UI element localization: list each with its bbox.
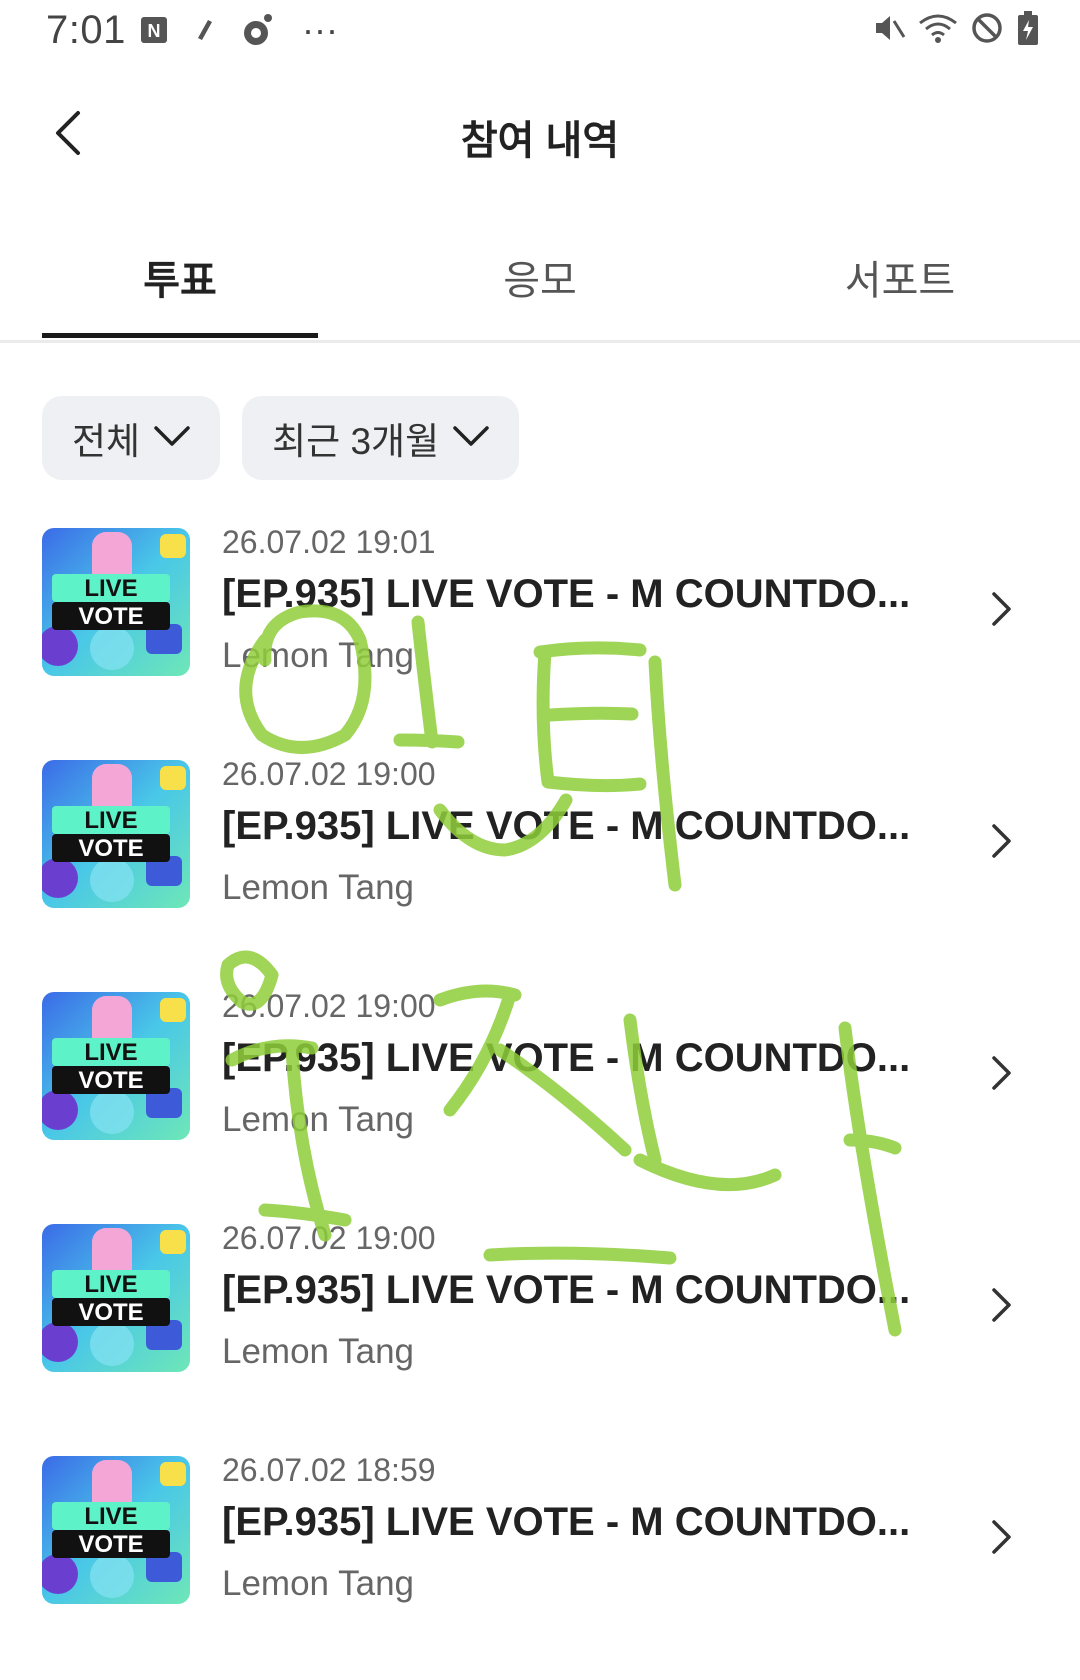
thumbnail-line1: LIVE xyxy=(84,1039,137,1066)
tab-support[interactable]: 서포트 xyxy=(720,248,1080,306)
app-header: 참여 내역 xyxy=(0,80,1080,190)
item-artist: Lemon Tang xyxy=(222,1100,415,1139)
thumbnail-line1: LIVE xyxy=(84,1271,137,1298)
item-title: [EP.935] LIVE VOTE - M COUNTDO... xyxy=(222,804,911,848)
live-vote-thumbnail: LIVE VOTE xyxy=(42,992,190,1140)
chevron-right-icon xyxy=(984,1282,1020,1328)
svg-text:N: N xyxy=(148,21,161,41)
filter-row: 전체 최근 3개월 xyxy=(42,396,520,480)
thumbnail-line2: VOTE xyxy=(78,835,143,862)
live-vote-thumbnail: LIVE VOTE xyxy=(42,760,190,908)
live-vote-thumbnail: LIVE VOTE xyxy=(42,528,190,676)
tab-active-indicator xyxy=(42,333,318,338)
wifi-icon xyxy=(918,11,958,45)
item-title: [EP.935] LIVE VOTE - M COUNTDO... xyxy=(222,572,911,616)
vote-history-list: LIVE VOTE 26.07.02 19:01 [EP.935] LIVE V… xyxy=(0,520,1080,1680)
item-title: [EP.935] LIVE VOTE - M COUNTDO... xyxy=(222,1500,911,1544)
chevron-down-icon xyxy=(154,425,190,452)
item-artist: Lemon Tang xyxy=(222,1564,415,1603)
thumbnail-line2: VOTE xyxy=(78,1531,143,1558)
live-vote-thumbnail: LIVE VOTE xyxy=(42,1224,190,1372)
chevron-right-icon xyxy=(984,1514,1020,1560)
list-item[interactable]: LIVE VOTE 26.07.02 18:59 [EP.935] LIVE V… xyxy=(0,1448,1080,1680)
filter-category-label: 전체 xyxy=(72,421,141,462)
thumbnail-line2: VOTE xyxy=(78,1067,143,1094)
camera-icon xyxy=(240,12,276,48)
more-notifications: ··· xyxy=(302,9,338,50)
live-vote-thumbnail: LIVE VOTE xyxy=(42,1456,190,1604)
thumbnail-line1: LIVE xyxy=(84,1503,137,1530)
status-right-icons xyxy=(872,10,1040,46)
chevron-right-icon xyxy=(984,586,1020,632)
item-date: 26.07.02 19:00 xyxy=(222,756,436,792)
page-title: 참여 내역 xyxy=(460,119,620,163)
item-artist: Lemon Tang xyxy=(222,1332,415,1371)
status-bar: 7:01 N ··· xyxy=(0,0,1080,70)
item-artist: Lemon Tang xyxy=(222,868,415,907)
chevron-right-icon xyxy=(984,818,1020,864)
mute-icon xyxy=(872,11,906,45)
item-date: 26.07.02 18:59 xyxy=(222,1452,436,1488)
status-time: 7:01 xyxy=(46,8,126,52)
filter-period-label: 최근 3개월 xyxy=(272,421,440,462)
list-item[interactable]: LIVE VOTE 26.07.02 19:00 [EP.935] LIVE V… xyxy=(0,1216,1080,1448)
tab-bar: 투표 응모 서포트 xyxy=(0,220,1080,343)
item-title: [EP.935] LIVE VOTE - M COUNTDO... xyxy=(222,1036,911,1080)
item-title: [EP.935] LIVE VOTE - M COUNTDO... xyxy=(222,1268,911,1312)
filter-category-dropdown[interactable]: 전체 xyxy=(42,396,221,480)
tab-vote[interactable]: 투표 xyxy=(0,248,360,306)
list-item[interactable]: LIVE VOTE 26.07.02 19:00 [EP.935] LIVE V… xyxy=(0,984,1080,1216)
filter-period-dropdown[interactable]: 최근 3개월 xyxy=(242,396,520,480)
status-left-icons: N ··· xyxy=(140,12,338,48)
item-artist: Lemon Tang xyxy=(222,636,415,675)
thumbnail-line2: VOTE xyxy=(78,1299,143,1326)
chevron-down-icon xyxy=(453,425,489,452)
thumbnail-line1: LIVE xyxy=(84,807,137,834)
thumbnail-line1: LIVE xyxy=(84,575,137,602)
item-date: 26.07.02 19:01 xyxy=(222,524,436,560)
n-app-icon: N xyxy=(140,16,168,44)
battery-charging-icon xyxy=(1016,10,1040,46)
list-item[interactable]: LIVE VOTE 26.07.02 19:00 [EP.935] LIVE V… xyxy=(0,752,1080,984)
tab-entry[interactable]: 응모 xyxy=(360,248,720,306)
item-date: 26.07.02 19:00 xyxy=(222,988,436,1024)
edit-icon xyxy=(194,16,214,44)
list-item[interactable]: LIVE VOTE 26.07.02 19:01 [EP.935] LIVE V… xyxy=(0,520,1080,752)
chevron-right-icon xyxy=(984,1050,1020,1096)
thumbnail-line2: VOTE xyxy=(78,603,143,630)
item-date: 26.07.02 19:00 xyxy=(222,1220,436,1256)
do-not-disturb-icon xyxy=(970,11,1004,45)
